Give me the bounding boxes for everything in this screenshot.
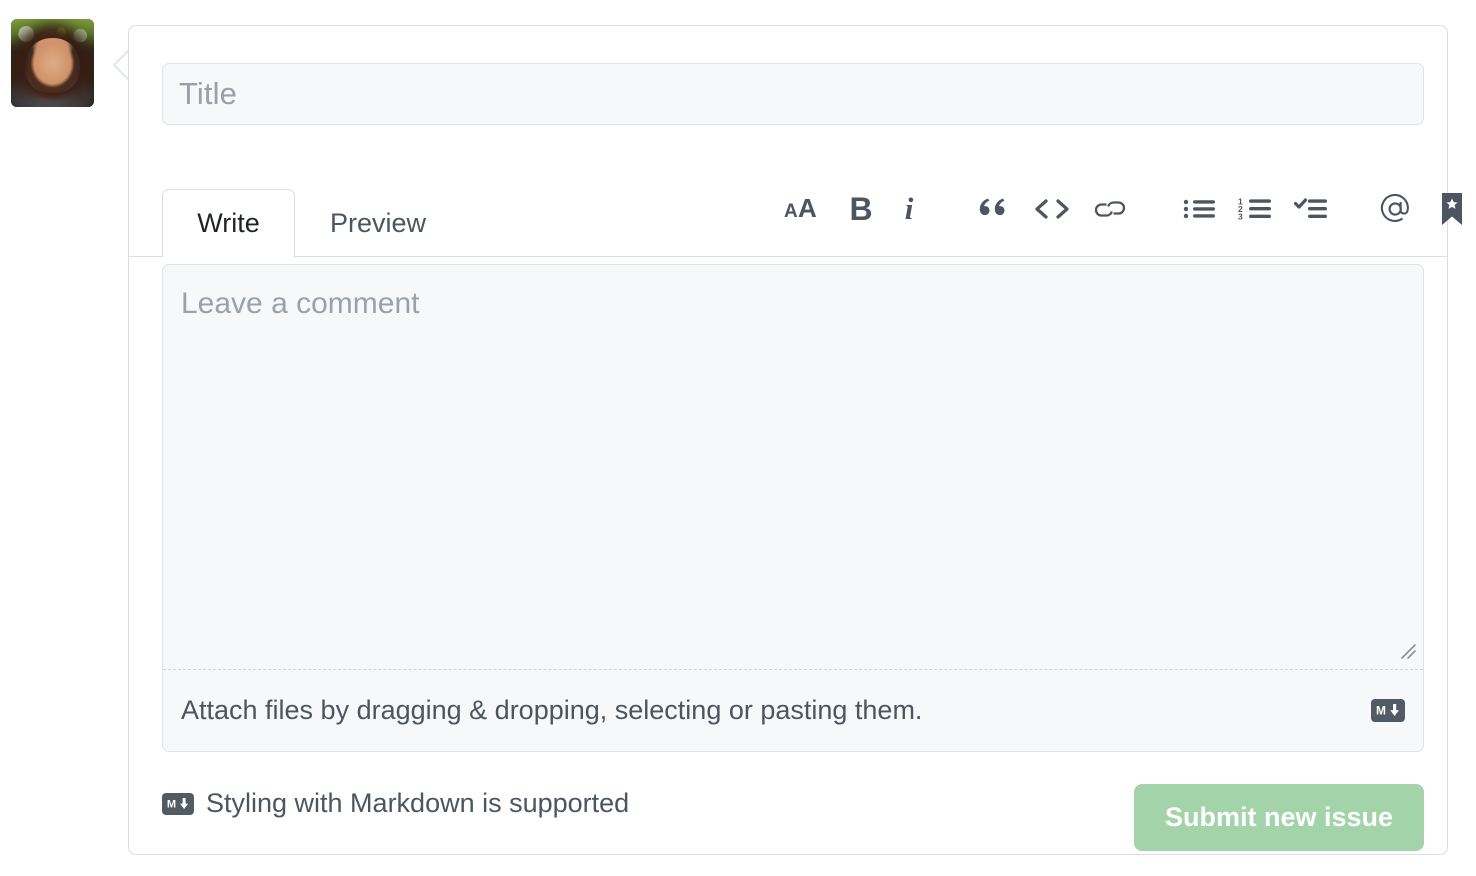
markdown-icon[interactable]: M — [1371, 699, 1405, 722]
attach-files-row[interactable]: Attach files by dragging & dropping, sel… — [163, 669, 1423, 751]
svg-text:M: M — [167, 799, 176, 811]
bold-icon[interactable]: B — [841, 181, 881, 237]
markdown-supported-label: Styling with Markdown is supported — [206, 788, 629, 819]
saved-reply-icon[interactable] — [1431, 181, 1473, 237]
form-footer: M Styling with Markdown is supported Sub… — [129, 766, 1447, 856]
bold-icon-glyph: B — [849, 191, 872, 228]
textarea-resize-handle[interactable] — [1395, 638, 1417, 660]
issue-title-input[interactable]: Title — [162, 63, 1424, 125]
comment-placeholder: Leave a comment — [181, 287, 419, 320]
code-icon[interactable] — [1029, 181, 1075, 237]
issue-comment-form-page: Title Write Preview A A B — [0, 0, 1476, 876]
comment-body-container: Leave a comment Attach files by dragging… — [162, 264, 1424, 752]
svg-text:3: 3 — [1238, 212, 1243, 222]
markdown-supported-note[interactable]: M Styling with Markdown is supported — [162, 788, 629, 819]
markdown-icon: M — [162, 793, 194, 815]
submit-new-issue-label: Submit new issue — [1165, 802, 1393, 833]
submit-new-issue-button[interactable]: Submit new issue — [1134, 784, 1424, 851]
italic-icon[interactable]: i — [891, 181, 927, 237]
svg-text:M: M — [1376, 704, 1386, 718]
issue-title-placeholder: Title — [179, 76, 237, 112]
tab-preview[interactable]: Preview — [295, 189, 461, 258]
ordered-list-icon[interactable]: 1 2 3 — [1233, 181, 1279, 237]
tab-preview-label: Preview — [330, 208, 426, 239]
avatar-image — [11, 19, 94, 107]
heading-icon[interactable]: A A — [779, 181, 829, 237]
link-icon[interactable] — [1087, 181, 1133, 237]
comment-textarea[interactable]: Leave a comment — [163, 265, 1423, 670]
svg-text:A: A — [784, 201, 798, 222]
tab-write-label: Write — [197, 208, 260, 239]
attach-files-text: Attach files by dragging & dropping, sel… — [181, 695, 1371, 726]
tab-write[interactable]: Write — [162, 189, 295, 258]
unordered-list-icon[interactable] — [1177, 181, 1223, 237]
italic-icon-glyph: i — [905, 191, 914, 227]
task-list-icon[interactable] — [1289, 181, 1335, 237]
avatar[interactable] — [11, 19, 94, 107]
new-issue-form: Title Write Preview A A B — [128, 25, 1448, 855]
mention-icon[interactable] — [1373, 181, 1419, 237]
svg-text:A: A — [798, 195, 817, 223]
quote-icon[interactable] — [969, 181, 1015, 237]
